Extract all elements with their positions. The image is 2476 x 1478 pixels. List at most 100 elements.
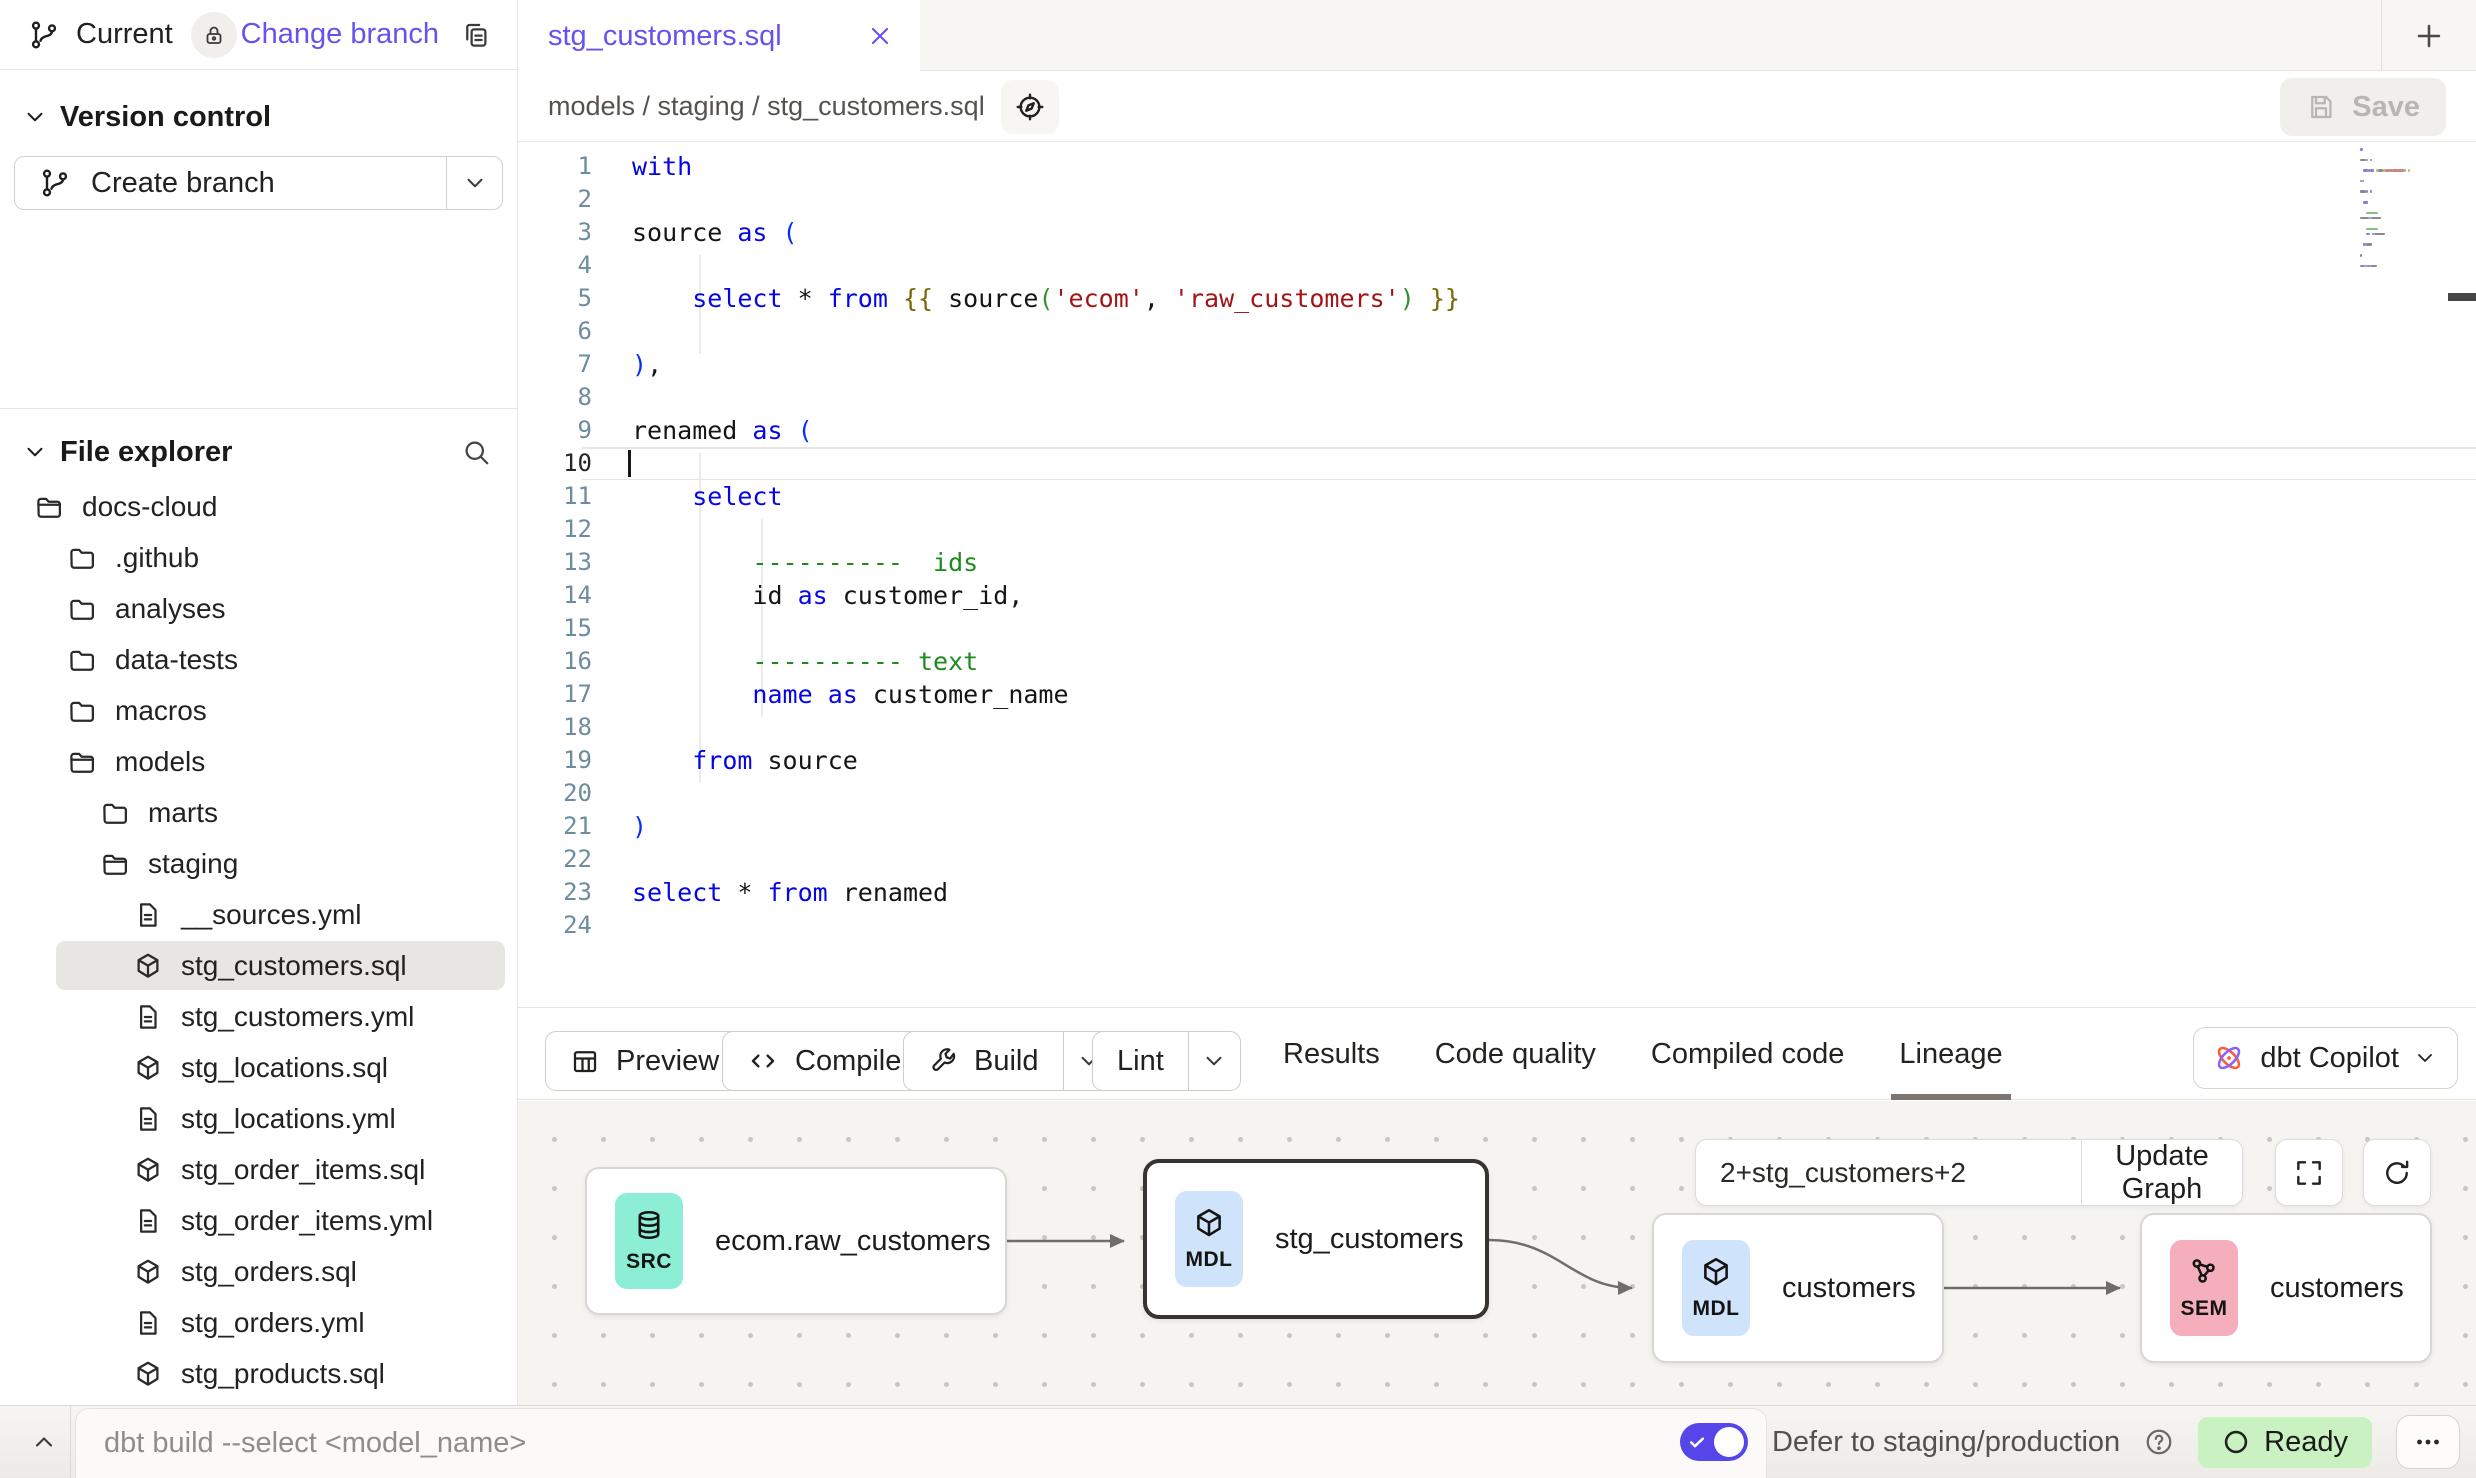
code-line-19[interactable]: 19 from source — [518, 744, 2476, 777]
code-line-10[interactable]: 10 — [518, 447, 2476, 480]
editor-minimap[interactable] — [2360, 148, 2414, 278]
folder-row-staging[interactable]: staging — [0, 838, 517, 889]
build-button-main[interactable]: Build — [904, 1032, 1063, 1090]
line-content: ), — [592, 348, 2476, 381]
lint-button[interactable]: Lint — [1092, 1031, 1241, 1091]
more-options-button[interactable] — [2396, 1415, 2460, 1469]
code-line-1[interactable]: 1with — [518, 150, 2476, 183]
code-editor[interactable]: 1with23source as (45 select * from {{ so… — [518, 142, 2476, 1008]
search-icon[interactable] — [461, 437, 491, 467]
copilot-logo-icon — [2212, 1041, 2246, 1075]
ready-status-badge[interactable]: Ready — [2198, 1417, 2372, 1468]
create-branch-main[interactable]: Create branch — [15, 157, 446, 209]
node-type-badge: MDL — [1175, 1191, 1243, 1287]
code-line-8[interactable]: 8 — [518, 381, 2476, 414]
version-control-header[interactable]: Version control — [0, 92, 517, 142]
code-line-20[interactable]: 20 — [518, 777, 2476, 810]
folder-row-analyses[interactable]: analyses — [0, 583, 517, 634]
file-icon — [133, 900, 163, 930]
code-line-23[interactable]: 23select * from renamed — [518, 876, 2476, 909]
folder-row-macros[interactable]: macros — [0, 685, 517, 736]
code-line-22[interactable]: 22 — [518, 843, 2476, 876]
code-line-11[interactable]: 11 select — [518, 480, 2476, 513]
code-line-3[interactable]: 3source as ( — [518, 216, 2476, 249]
code-line-18[interactable]: 18 — [518, 711, 2476, 744]
build-button[interactable]: Build — [903, 1031, 1116, 1091]
lineage-node-customers[interactable]: MDLcustomers — [1652, 1213, 1944, 1363]
lineage-node-ecom.raw_customers[interactable]: SRCecom.raw_customers — [585, 1167, 1007, 1315]
create-branch-dropdown[interactable] — [446, 157, 502, 209]
tab-results[interactable]: Results — [1283, 1009, 1380, 1100]
code-line-13[interactable]: 13 ---------- ids — [518, 546, 2476, 579]
code-line-7[interactable]: 7), — [518, 348, 2476, 381]
lineage-compass-button[interactable] — [1001, 80, 1059, 134]
line-content — [592, 843, 2476, 876]
version-control-section: Version control Create branch — [0, 70, 517, 408]
folder-row-.github[interactable]: .github — [0, 532, 517, 583]
file-name: marts — [148, 797, 218, 829]
line-number: 3 — [518, 216, 592, 249]
tab-stg-customers-sql[interactable]: stg_customers.sql — [518, 0, 920, 72]
compile-button[interactable]: Compile — [722, 1031, 926, 1091]
tab-compiled-code[interactable]: Compiled code — [1651, 1009, 1844, 1100]
file-row-stg_order_items.sql[interactable]: stg_order_items.sql — [0, 1144, 517, 1195]
code-line-15[interactable]: 15 — [518, 612, 2476, 645]
node-name: ecom.raw_customers — [715, 1225, 991, 1258]
save-button[interactable]: Save — [2280, 78, 2446, 136]
code-line-4[interactable]: 4 — [518, 249, 2476, 282]
code-line-5[interactable]: 5 select * from {{ source('ecom', 'raw_c… — [518, 282, 2476, 315]
folder-row-models[interactable]: models — [0, 736, 517, 787]
defer-toggle[interactable] — [1680, 1423, 1748, 1461]
file-row-stg_orders.sql[interactable]: stg_orders.sql — [0, 1246, 517, 1297]
lint-dropdown[interactable] — [1188, 1032, 1240, 1090]
code-line-2[interactable]: 2 — [518, 183, 2476, 216]
code-line-17[interactable]: 17 name as customer_name — [518, 678, 2476, 711]
file-row-stg_locations.sql[interactable]: stg_locations.sql — [0, 1042, 517, 1093]
file-row-stg_locations.yml[interactable]: stg_locations.yml — [0, 1093, 517, 1144]
file-row-stg_products.sql[interactable]: stg_products.sql — [0, 1348, 517, 1399]
preview-button[interactable]: Preview — [545, 1031, 744, 1091]
close-icon[interactable] — [866, 22, 894, 50]
lineage-node-customers[interactable]: SEMcustomers — [2140, 1213, 2432, 1363]
update-graph-button[interactable]: Update Graph — [2081, 1140, 2242, 1205]
file-row-stg_customers.sql[interactable]: stg_customers.sql — [0, 940, 517, 991]
help-icon[interactable] — [2144, 1427, 2174, 1457]
folder-row-docs-cloud[interactable]: docs-cloud — [0, 481, 517, 532]
code-line-6[interactable]: 6 — [518, 315, 2476, 348]
change-branch-link[interactable]: Change branch — [241, 18, 439, 51]
dbt-copilot-button[interactable]: dbt Copilot — [2193, 1027, 2458, 1089]
code-line-14[interactable]: 14 id as customer_id, — [518, 579, 2476, 612]
code-line-12[interactable]: 12 — [518, 513, 2476, 546]
file-icon — [133, 1002, 163, 1032]
lineage-node-stg_customers[interactable]: MDLstg_customers — [1143, 1159, 1489, 1319]
code-line-21[interactable]: 21) — [518, 810, 2476, 843]
compile-button-main[interactable]: Compile — [723, 1032, 925, 1090]
command-bar-expand-button[interactable] — [20, 1406, 68, 1478]
lineage-selector-input[interactable] — [1696, 1140, 2081, 1205]
panel-resize-handle[interactable] — [2448, 293, 2476, 301]
new-tab-button[interactable] — [2381, 0, 2476, 71]
create-branch-button[interactable]: Create branch — [14, 156, 503, 210]
lineage-refresh-button[interactable] — [2363, 1139, 2431, 1206]
folder-open-icon — [34, 492, 64, 522]
command-input[interactable] — [75, 1408, 1767, 1478]
tab-code-quality[interactable]: Code quality — [1435, 1009, 1596, 1100]
lint-button-main[interactable]: Lint — [1093, 1032, 1188, 1090]
folder-row-marts[interactable]: marts — [0, 787, 517, 838]
file-explorer-header[interactable]: File explorer — [0, 427, 517, 477]
lineage-panel[interactable]: SRCecom.raw_customersMDLstg_customersMDL… — [518, 1101, 2476, 1405]
code-line-16[interactable]: 16 ---------- text — [518, 645, 2476, 678]
copy-icon[interactable] — [461, 20, 491, 50]
file-row-__sources.yml[interactable]: __sources.yml — [0, 889, 517, 940]
code-line-9[interactable]: 9renamed as ( — [518, 414, 2476, 447]
file-row-stg_order_items.yml[interactable]: stg_order_items.yml — [0, 1195, 517, 1246]
ready-label: Ready — [2264, 1426, 2348, 1459]
folder-row-data-tests[interactable]: data-tests — [0, 634, 517, 685]
line-number: 18 — [518, 711, 592, 744]
file-row-stg_customers.yml[interactable]: stg_customers.yml — [0, 991, 517, 1042]
lineage-fullscreen-button[interactable] — [2275, 1139, 2343, 1206]
tab-lineage[interactable]: Lineage — [1899, 1009, 2002, 1100]
preview-button-main[interactable]: Preview — [546, 1032, 743, 1090]
file-row-stg_orders.yml[interactable]: stg_orders.yml — [0, 1297, 517, 1348]
code-line-24[interactable]: 24 — [518, 909, 2476, 942]
